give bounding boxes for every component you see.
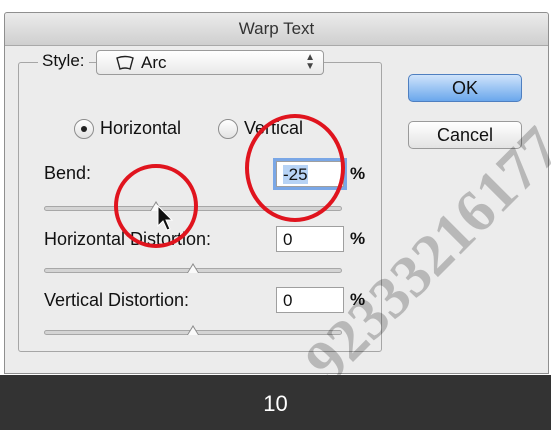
- horizontal-distortion-slider-thumb[interactable]: [187, 263, 199, 273]
- updown-arrows-icon: ▲ ▼: [305, 52, 315, 72]
- bend-unit: %: [350, 164, 366, 183]
- horizontal-distortion-slider[interactable]: [44, 263, 342, 273]
- style-select[interactable]: Arc ▲ ▼: [96, 50, 324, 75]
- bend-input[interactable]: -25: [276, 161, 344, 187]
- vertical-radio[interactable]: [218, 119, 238, 139]
- bend-slider-thumb[interactable]: [150, 201, 162, 211]
- bend-value: -25: [283, 165, 308, 184]
- ok-button[interactable]: OK: [408, 74, 522, 102]
- vertical-radio-label[interactable]: Vertical: [244, 118, 303, 139]
- vertical-distortion-slider[interactable]: [44, 325, 342, 335]
- horizontal-radio[interactable]: [74, 119, 94, 139]
- footer-bar: 10: [0, 375, 551, 430]
- title-bar[interactable]: Warp Text: [5, 13, 548, 46]
- cancel-button[interactable]: Cancel: [408, 121, 522, 149]
- horizontal-distortion-input[interactable]: 0: [276, 226, 344, 252]
- arc-icon: [116, 55, 134, 70]
- horizontal-radio-label[interactable]: Horizontal: [100, 118, 181, 139]
- dialog-title: Warp Text: [238, 19, 315, 38]
- vertical-distortion-unit: %: [350, 290, 366, 309]
- horizontal-distortion-value: 0: [283, 230, 293, 249]
- vertical-distortion-slider-thumb[interactable]: [187, 325, 199, 335]
- bend-slider[interactable]: [44, 201, 342, 211]
- bend-label: Bend:: [44, 163, 92, 183]
- page-number: 10: [263, 391, 288, 416]
- vertical-distortion-value: 0: [283, 291, 293, 310]
- vertical-distortion-input[interactable]: 0: [276, 287, 344, 313]
- vertical-distortion-label: Vertical Distortion:: [44, 290, 190, 310]
- horizontal-distortion-unit: %: [350, 229, 366, 248]
- horizontal-distortion-label: Horizontal Distortion:: [44, 229, 212, 249]
- style-value: Arc: [141, 53, 167, 72]
- style-label: Style:: [38, 51, 89, 71]
